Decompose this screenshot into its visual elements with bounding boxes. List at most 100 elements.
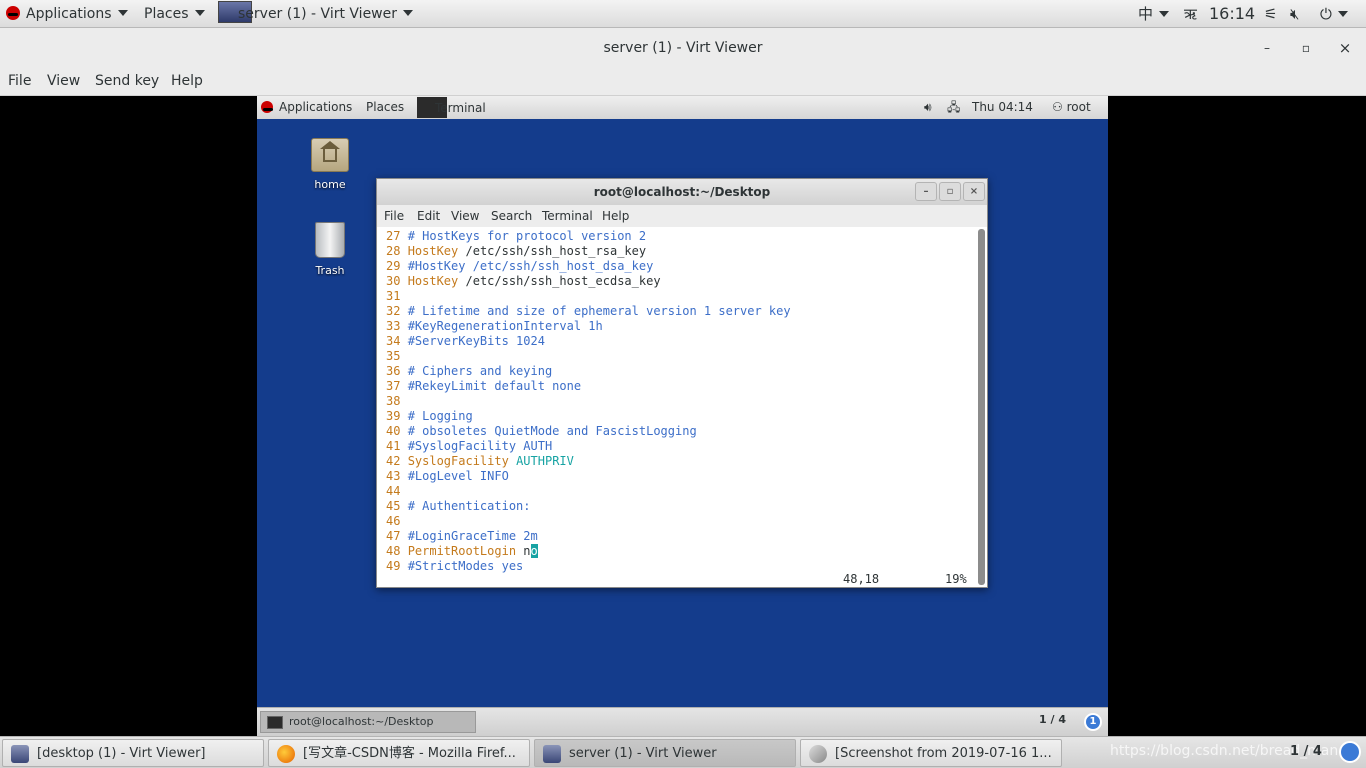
terminal-menu-file[interactable]: File	[384, 209, 404, 223]
menu-file[interactable]: File	[8, 73, 31, 89]
terminal-line: 36 # Ciphers and keying	[386, 364, 977, 379]
volume-icon[interactable]: 🔊︎	[924, 96, 932, 119]
terminal-menu-view[interactable]: View	[451, 209, 479, 223]
config-comment: # Ciphers and keying	[407, 364, 553, 378]
terminal-line: 40 # obsoletes QuietMode and FascistLogg…	[386, 424, 977, 439]
terminal-line: 33 #KeyRegenerationInterval 1h	[386, 319, 977, 334]
config-value: AUTHPRIV	[508, 454, 574, 468]
config-key: PermitRootLogin	[407, 544, 517, 558]
guest-display[interactable]: Applications Places Terminal 🔊︎ 🖧 Thu 04…	[257, 96, 1108, 736]
terminal-maximize-button[interactable]: ▫	[939, 182, 961, 201]
config-comment: #StrictModes yes	[407, 559, 524, 573]
terminal-line: 34 #ServerKeyBits 1024	[386, 334, 977, 349]
config-key: HostKey	[407, 274, 459, 288]
config-comment: # Logging	[407, 409, 473, 423]
menu-send-key[interactable]: Send key	[95, 73, 159, 89]
desktop-icon-trash[interactable]: Trash	[295, 222, 365, 277]
notification-icon[interactable]	[1339, 741, 1361, 763]
maximize-button[interactable]: ▫	[1298, 40, 1314, 56]
terminal-window[interactable]: root@localhost:~/Desktop – ▫ × File Edit…	[376, 178, 988, 588]
keyboard-layout-indicator[interactable]: ऋ	[1184, 0, 1197, 28]
terminal-line: 44	[386, 484, 977, 499]
vim-scroll-percent: 19%	[945, 572, 967, 586]
taskbar-item-firefox[interactable]: [写文章-CSDN博客 - Mozilla Firef...	[268, 739, 530, 767]
terminal-line: 47 #LoginGraceTime 2m	[386, 529, 977, 544]
redhat-logo-icon	[261, 101, 273, 113]
terminal-title: root@localhost:~/Desktop	[593, 185, 771, 199]
window-title: server (1) - Virt Viewer	[603, 40, 763, 56]
terminal-content[interactable]: 27 # HostKeys for protocol version 2 28 H…	[377, 227, 977, 587]
line-number: 49	[386, 559, 401, 573]
dropdown-arrow-icon	[1159, 11, 1170, 17]
terminal-line: 46	[386, 514, 977, 529]
taskbar-item-screenshot[interactable]: [Screenshot from 2019-07-16 1...	[800, 739, 1062, 767]
user-menu[interactable]: ⚇ root	[1052, 96, 1091, 119]
config-value: /etc/ssh/ssh_host_rsa_key	[458, 244, 647, 258]
input-method-indicator[interactable]: 中	[1138, 0, 1170, 28]
guest-applications-menu[interactable]: Applications	[261, 96, 352, 119]
line-number: 30	[386, 274, 401, 288]
close-button[interactable]: ×	[1337, 40, 1353, 56]
user-icon: ⚇	[1052, 100, 1063, 114]
terminal-menu-terminal[interactable]: Terminal	[542, 209, 593, 223]
terminal-line: 32 # Lifetime and size of ephemeral vers…	[386, 304, 977, 319]
guest-places-menu[interactable]: Places	[366, 96, 404, 119]
minimize-button[interactable]: –	[1259, 40, 1275, 56]
notification-badge[interactable]: 1	[1084, 713, 1102, 731]
image-viewer-icon	[809, 745, 827, 763]
line-number: 31	[386, 289, 401, 303]
guest-workspace-indicator[interactable]: 1 / 4	[1039, 713, 1089, 726]
network-icon[interactable]: 🖧	[947, 96, 960, 119]
terminal-menu-edit[interactable]: Edit	[417, 209, 440, 223]
terminal-menu-search[interactable]: Search	[491, 209, 532, 223]
menu-help[interactable]: Help	[171, 73, 203, 89]
line-number: 40	[386, 424, 401, 438]
host-bottom-panel: [desktop (1) - Virt Viewer] [写文章-CSDN博客 …	[0, 736, 1366, 768]
terminal-minimize-button[interactable]: –	[915, 182, 937, 201]
wifi-icon[interactable]: ⚟	[1264, 0, 1277, 28]
terminal-scrollbar[interactable]	[978, 229, 985, 585]
host-window-list-button[interactable]: server (1) - Virt Viewer	[218, 0, 413, 28]
line-number: 28	[386, 244, 401, 258]
power-menu[interactable]: ⏻	[1320, 0, 1348, 28]
terminal-line: 29 #HostKey /etc/ssh/ssh_host_dsa_key	[386, 259, 977, 274]
line-number: 36	[386, 364, 401, 378]
terminal-line: 49 #StrictModes yes	[386, 559, 977, 574]
terminal-menu-help[interactable]: Help	[602, 209, 629, 223]
monitor-icon	[11, 745, 29, 763]
host-applications-menu[interactable]: Applications	[6, 0, 128, 28]
taskbar-item-desktop-viewer[interactable]: [desktop (1) - Virt Viewer]	[2, 739, 264, 767]
line-number: 44	[386, 484, 401, 498]
terminal-icon	[267, 716, 283, 729]
line-number: 34	[386, 334, 401, 348]
line-number: 35	[386, 349, 401, 363]
guest-taskbar-terminal[interactable]: root@localhost:~/Desktop	[260, 711, 476, 733]
config-comment: #RekeyLimit default none	[407, 379, 582, 393]
terminal-line: 27 # HostKeys for protocol version 2	[386, 229, 977, 244]
config-comment: #ServerKeyBits 1024	[407, 334, 545, 348]
guest-clock[interactable]: Thu 04:14	[972, 96, 1033, 119]
redhat-logo-icon	[6, 6, 20, 20]
host-places-menu[interactable]: Places	[144, 0, 205, 28]
home-folder-icon	[311, 138, 349, 172]
desktop-icon-home[interactable]: home	[295, 138, 365, 191]
terminal-line: 41 #SyslogFacility AUTH	[386, 439, 977, 454]
terminal-close-button[interactable]: ×	[963, 182, 985, 201]
line-number: 48	[386, 544, 401, 558]
terminal-titlebar[interactable]: root@localhost:~/Desktop – ▫ ×	[377, 179, 987, 205]
line-number: 42	[386, 454, 401, 468]
volume-muted-icon[interactable]: 🔇︎	[1290, 0, 1299, 28]
menu-view[interactable]: View	[47, 73, 80, 89]
line-number: 39	[386, 409, 401, 423]
host-clock[interactable]: 16:14	[1209, 0, 1255, 28]
virt-viewer-menubar: File View Send key Help	[0, 68, 1366, 96]
line-number: 41	[386, 439, 401, 453]
line-number: 45	[386, 499, 401, 513]
terminal-line: 31	[386, 289, 977, 304]
host-workspace-indicator[interactable]: 1 / 4	[1290, 744, 1322, 759]
vim-cursor-position: 48,18	[843, 572, 880, 586]
guest-terminal-task[interactable]: Terminal	[417, 96, 486, 119]
taskbar-item-server-viewer[interactable]: server (1) - Virt Viewer	[534, 739, 796, 767]
config-value: /etc/ssh/ssh_host_ecdsa_key	[458, 274, 661, 288]
line-number: 37	[386, 379, 401, 393]
